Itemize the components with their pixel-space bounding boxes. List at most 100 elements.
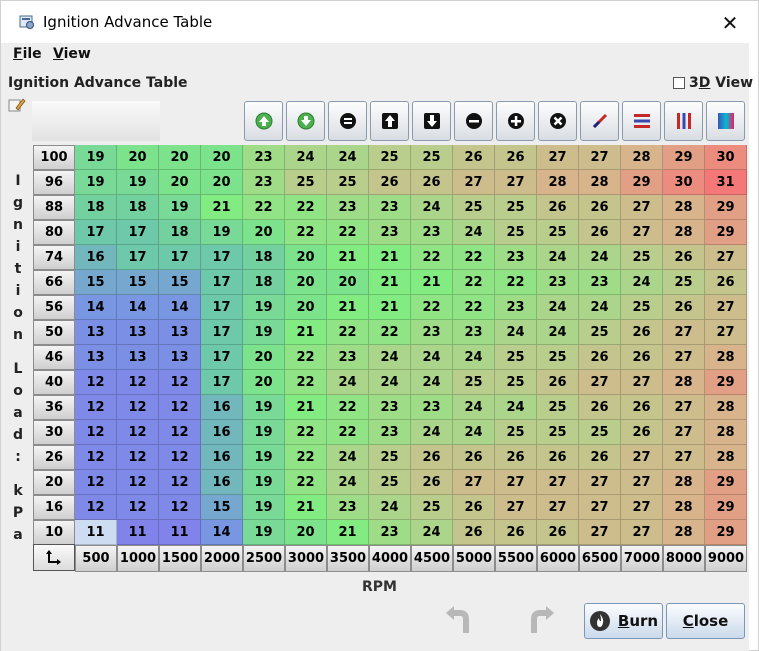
- table-cell[interactable]: 12: [75, 370, 117, 395]
- table-cell[interactable]: 23: [327, 495, 369, 520]
- table-cell[interactable]: 19: [201, 220, 243, 245]
- menu-file[interactable]: File: [13, 46, 42, 62]
- load-bin-cell[interactable]: 56: [33, 295, 75, 320]
- table-cell[interactable]: 24: [369, 345, 411, 370]
- table-cell[interactable]: 25: [579, 420, 621, 445]
- table-cell[interactable]: 24: [495, 395, 537, 420]
- burn-button[interactable]: Burn: [584, 603, 663, 639]
- table-cell[interactable]: 19: [75, 170, 117, 195]
- table-cell[interactable]: 25: [411, 145, 453, 170]
- table-cell[interactable]: 21: [369, 270, 411, 295]
- rpm-bin-cell[interactable]: 4000: [369, 545, 411, 572]
- table-cell[interactable]: 12: [159, 445, 201, 470]
- table-cell[interactable]: 26: [453, 495, 495, 520]
- table-cell[interactable]: 20: [159, 145, 201, 170]
- table-cell[interactable]: 29: [663, 145, 705, 170]
- table-cell[interactable]: 18: [117, 195, 159, 220]
- table-cell[interactable]: 17: [159, 245, 201, 270]
- table-cell[interactable]: 26: [537, 195, 579, 220]
- table-cell[interactable]: 22: [411, 245, 453, 270]
- table-cell[interactable]: 22: [327, 420, 369, 445]
- table-cell[interactable]: 27: [621, 470, 663, 495]
- table-cell[interactable]: 12: [117, 445, 159, 470]
- rpm-bin-cell[interactable]: 8000: [663, 545, 705, 572]
- table-cell[interactable]: 16: [75, 245, 117, 270]
- table-cell[interactable]: 15: [201, 495, 243, 520]
- table-cell[interactable]: 20: [243, 370, 285, 395]
- table-cell[interactable]: 19: [243, 495, 285, 520]
- table-cell[interactable]: 27: [621, 445, 663, 470]
- table-cell[interactable]: 25: [537, 345, 579, 370]
- table-cell[interactable]: 21: [327, 520, 369, 545]
- table-cell[interactable]: 21: [327, 245, 369, 270]
- table-cell[interactable]: 29: [705, 195, 747, 220]
- table-cell[interactable]: 25: [495, 195, 537, 220]
- table-cell[interactable]: 26: [579, 395, 621, 420]
- table-cell[interactable]: 25: [369, 445, 411, 470]
- table-cell[interactable]: 30: [705, 145, 747, 170]
- table-cell[interactable]: 20: [285, 520, 327, 545]
- table-cell[interactable]: 26: [453, 445, 495, 470]
- table-cell[interactable]: 27: [537, 495, 579, 520]
- rpm-bin-cell[interactable]: 5000: [453, 545, 495, 572]
- table-cell[interactable]: 22: [495, 270, 537, 295]
- table-cell[interactable]: 23: [579, 270, 621, 295]
- load-bin-cell[interactable]: 20: [33, 470, 75, 495]
- menu-view[interactable]: View: [53, 46, 91, 62]
- table-cell[interactable]: 28: [579, 170, 621, 195]
- table-cell[interactable]: 22: [285, 195, 327, 220]
- table-cell[interactable]: 29: [621, 170, 663, 195]
- table-cell[interactable]: 21: [285, 495, 327, 520]
- table-cell[interactable]: 21: [201, 195, 243, 220]
- table-cell[interactable]: 27: [663, 320, 705, 345]
- table-cell[interactable]: 29: [705, 370, 747, 395]
- table-cell[interactable]: 24: [453, 220, 495, 245]
- table-cell[interactable]: 22: [285, 420, 327, 445]
- table-cell[interactable]: 25: [621, 245, 663, 270]
- table-cell[interactable]: 26: [579, 195, 621, 220]
- table-cell[interactable]: 13: [159, 345, 201, 370]
- table-cell[interactable]: 24: [411, 195, 453, 220]
- load-bin-cell[interactable]: 88: [33, 195, 75, 220]
- load-bin-cell[interactable]: 46: [33, 345, 75, 370]
- table-cell[interactable]: 19: [243, 420, 285, 445]
- table-cell[interactable]: 30: [663, 170, 705, 195]
- table-cell[interactable]: 27: [663, 420, 705, 445]
- rpm-bin-cell[interactable]: 500: [75, 545, 117, 572]
- table-cell[interactable]: 25: [285, 170, 327, 195]
- table-cell[interactable]: 13: [117, 320, 159, 345]
- table-cell[interactable]: 19: [159, 195, 201, 220]
- increment-green-button[interactable]: [244, 101, 283, 141]
- table-cell[interactable]: 28: [663, 220, 705, 245]
- table-cell[interactable]: 25: [327, 170, 369, 195]
- table-cell[interactable]: 23: [411, 320, 453, 345]
- table-cell[interactable]: 17: [201, 320, 243, 345]
- rpm-bin-cell[interactable]: 6000: [537, 545, 579, 572]
- table-cell[interactable]: 19: [243, 395, 285, 420]
- table-cell[interactable]: 20: [159, 170, 201, 195]
- table-cell[interactable]: 18: [243, 270, 285, 295]
- table-cell[interactable]: 27: [621, 370, 663, 395]
- table-cell[interactable]: 15: [117, 270, 159, 295]
- table-cell[interactable]: 17: [201, 345, 243, 370]
- table-cell[interactable]: 25: [495, 345, 537, 370]
- table-cell[interactable]: 21: [369, 295, 411, 320]
- table-cell[interactable]: 25: [495, 370, 537, 395]
- table-cell[interactable]: 27: [579, 520, 621, 545]
- rpm-bin-cell[interactable]: 9000: [705, 545, 747, 572]
- table-cell[interactable]: 28: [705, 420, 747, 445]
- table-cell[interactable]: 18: [75, 195, 117, 220]
- table-cell[interactable]: 11: [117, 520, 159, 545]
- multiply-button[interactable]: [538, 101, 577, 141]
- table-cell[interactable]: 22: [285, 345, 327, 370]
- table-cell[interactable]: 16: [201, 470, 243, 495]
- table-cell[interactable]: 24: [327, 145, 369, 170]
- table-cell[interactable]: 26: [411, 445, 453, 470]
- table-cell[interactable]: 22: [285, 470, 327, 495]
- table-cell[interactable]: 23: [369, 220, 411, 245]
- table-cell[interactable]: 26: [495, 445, 537, 470]
- table-cell[interactable]: 25: [369, 470, 411, 495]
- table-cell[interactable]: 27: [453, 170, 495, 195]
- table-cell[interactable]: 25: [537, 420, 579, 445]
- table-cell[interactable]: 24: [453, 395, 495, 420]
